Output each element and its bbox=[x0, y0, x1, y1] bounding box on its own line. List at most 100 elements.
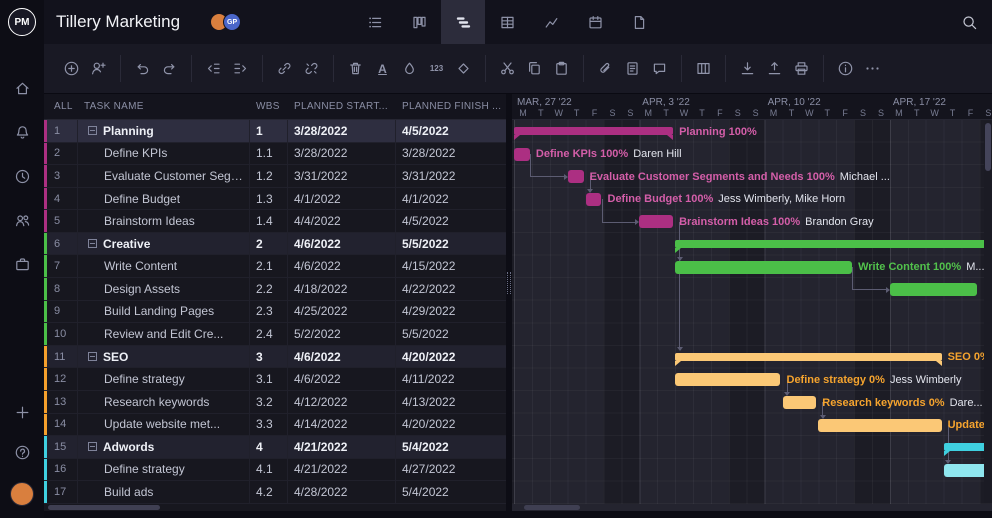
task-name-cell[interactable]: Build ads bbox=[78, 481, 250, 503]
numbering-button[interactable]: 123 bbox=[423, 55, 450, 82]
table-row[interactable]: 7Write Content2.14/6/20224/15/2022 bbox=[44, 255, 506, 278]
tab-gantt-view[interactable] bbox=[441, 0, 485, 44]
wbs-cell[interactable]: 2.4 bbox=[250, 323, 288, 345]
task-bar-brainstorm-ideas[interactable] bbox=[639, 215, 673, 228]
wbs-cell[interactable]: 2 bbox=[250, 233, 288, 255]
task-name-cell[interactable]: Write Content bbox=[78, 255, 250, 277]
planned-finish-cell[interactable]: 4/20/2022 bbox=[396, 346, 506, 368]
indent-button[interactable] bbox=[227, 55, 254, 82]
avatar[interactable]: GP bbox=[223, 13, 241, 31]
collapse-icon[interactable] bbox=[88, 239, 97, 248]
task-name-cell[interactable]: Build Landing Pages bbox=[78, 301, 250, 323]
delete-button[interactable] bbox=[342, 55, 369, 82]
tab-board-view[interactable] bbox=[397, 0, 441, 44]
planned-start-cell[interactable]: 3/28/2022 bbox=[288, 120, 396, 142]
plus-icon[interactable] bbox=[12, 402, 32, 422]
task-name-cell[interactable]: Research keywords bbox=[78, 391, 250, 413]
pm-logo[interactable]: PM bbox=[8, 8, 36, 36]
user-avatar[interactable] bbox=[10, 482, 34, 506]
planned-start-cell[interactable]: 4/21/2022 bbox=[288, 459, 396, 481]
planned-finish-cell[interactable]: 4/22/2022 bbox=[396, 278, 506, 300]
table-row[interactable]: 6Creative24/6/20225/5/2022 bbox=[44, 233, 506, 256]
planned-start-cell[interactable]: 4/6/2022 bbox=[288, 368, 396, 390]
wbs-cell[interactable]: 4.1 bbox=[250, 459, 288, 481]
planned-finish-cell[interactable]: 4/13/2022 bbox=[396, 391, 506, 413]
add-user-button[interactable] bbox=[85, 55, 112, 82]
task-name-cell[interactable]: Brainstorm Ideas bbox=[78, 210, 250, 232]
milestone-button[interactable] bbox=[450, 55, 477, 82]
notes-button[interactable] bbox=[619, 55, 646, 82]
table-row[interactable]: 9Build Landing Pages2.34/25/20224/29/202… bbox=[44, 301, 506, 324]
tab-chart-view[interactable] bbox=[529, 0, 573, 44]
table-row[interactable]: 5Brainstorm Ideas1.44/4/20224/5/2022 bbox=[44, 210, 506, 233]
task-bar-define-budget[interactable] bbox=[586, 193, 602, 206]
planned-finish-cell[interactable]: 4/1/2022 bbox=[396, 188, 506, 210]
collapse-icon[interactable] bbox=[88, 352, 97, 361]
wbs-cell[interactable]: 1.1 bbox=[250, 143, 288, 165]
column-header-task-name[interactable]: TASK NAME bbox=[78, 101, 250, 112]
help-icon[interactable] bbox=[12, 442, 32, 462]
table-row[interactable]: 10Review and Edit Cre...2.45/2/20225/5/2… bbox=[44, 323, 506, 346]
search-icon[interactable] bbox=[961, 14, 978, 31]
member-avatars[interactable]: GP bbox=[210, 13, 241, 31]
planned-start-cell[interactable]: 4/25/2022 bbox=[288, 301, 396, 323]
planned-start-cell[interactable]: 3/31/2022 bbox=[288, 165, 396, 187]
column-header-wbs[interactable]: WBS bbox=[250, 101, 288, 112]
wbs-cell[interactable]: 1 bbox=[250, 120, 288, 142]
planned-start-cell[interactable]: 4/14/2022 bbox=[288, 414, 396, 436]
planned-start-cell[interactable]: 4/6/2022 bbox=[288, 255, 396, 277]
undo-button[interactable] bbox=[129, 55, 156, 82]
planned-start-cell[interactable]: 4/28/2022 bbox=[288, 481, 396, 503]
planned-start-cell[interactable]: 4/6/2022 bbox=[288, 233, 396, 255]
task-bar-define-kpis[interactable] bbox=[514, 148, 530, 161]
table-row[interactable]: 2Define KPIs1.13/28/20223/28/2022 bbox=[44, 143, 506, 166]
summary-bar-creative[interactable] bbox=[675, 240, 992, 248]
portfolio-icon[interactable] bbox=[12, 254, 32, 274]
tab-doc-view[interactable] bbox=[617, 0, 661, 44]
home-icon[interactable] bbox=[12, 78, 32, 98]
wbs-cell[interactable]: 3.1 bbox=[250, 368, 288, 390]
wbs-cell[interactable]: 3.3 bbox=[250, 414, 288, 436]
planned-finish-cell[interactable]: 5/5/2022 bbox=[396, 233, 506, 255]
planned-start-cell[interactable]: 4/4/2022 bbox=[288, 210, 396, 232]
planned-finish-cell[interactable]: 4/27/2022 bbox=[396, 459, 506, 481]
task-name-cell[interactable]: SEO bbox=[78, 346, 250, 368]
table-row[interactable]: 13Research keywords3.24/12/20224/13/2022 bbox=[44, 391, 506, 414]
planned-start-cell[interactable]: 4/1/2022 bbox=[288, 188, 396, 210]
import-button[interactable] bbox=[734, 55, 761, 82]
task-bar-evaluate-customer-segments-and-needs[interactable] bbox=[568, 170, 584, 183]
table-row[interactable]: 3Evaluate Customer Segments and Needs1.2… bbox=[44, 165, 506, 188]
planned-finish-cell[interactable]: 4/11/2022 bbox=[396, 368, 506, 390]
planned-finish-cell[interactable]: 4/29/2022 bbox=[396, 301, 506, 323]
task-bar-write-content[interactable] bbox=[675, 261, 852, 274]
wbs-cell[interactable]: 1.4 bbox=[250, 210, 288, 232]
collapse-icon[interactable] bbox=[88, 126, 97, 135]
fill-color-button[interactable] bbox=[396, 55, 423, 82]
task-bar-research-keywords[interactable] bbox=[783, 396, 817, 409]
more-button[interactable] bbox=[859, 55, 886, 82]
copy-button[interactable] bbox=[521, 55, 548, 82]
task-name-cell[interactable]: Adwords bbox=[78, 436, 250, 458]
wbs-cell[interactable]: 2.2 bbox=[250, 278, 288, 300]
task-name-cell[interactable]: Review and Edit Cre... bbox=[78, 323, 250, 345]
export-button[interactable] bbox=[761, 55, 788, 82]
task-name-cell[interactable]: Define Budget bbox=[78, 188, 250, 210]
table-row[interactable]: 1Planning13/28/20224/5/2022 bbox=[44, 120, 506, 143]
task-bar-design-assets[interactable] bbox=[890, 283, 978, 296]
wbs-cell[interactable]: 4.2 bbox=[250, 481, 288, 503]
planned-finish-cell[interactable]: 4/5/2022 bbox=[396, 120, 506, 142]
table-row[interactable]: 4Define Budget1.34/1/20224/1/2022 bbox=[44, 188, 506, 211]
table-row[interactable]: 12Define strategy3.14/6/20224/11/2022 bbox=[44, 368, 506, 391]
planned-start-cell[interactable]: 3/28/2022 bbox=[288, 143, 396, 165]
task-name-cell[interactable]: Define KPIs bbox=[78, 143, 250, 165]
task-name-cell[interactable]: Creative bbox=[78, 233, 250, 255]
table-columns-button[interactable] bbox=[690, 55, 717, 82]
tab-sheet-view[interactable] bbox=[485, 0, 529, 44]
summary-bar-seo[interactable] bbox=[675, 353, 942, 361]
table-row[interactable]: 17Build ads4.24/28/20225/4/2022 bbox=[44, 481, 506, 504]
planned-finish-cell[interactable]: 5/5/2022 bbox=[396, 323, 506, 345]
attachment-button[interactable] bbox=[592, 55, 619, 82]
table-row[interactable]: 15Adwords44/21/20225/4/2022 bbox=[44, 436, 506, 459]
task-bar-update-website-met-[interactable] bbox=[818, 419, 941, 432]
table-row[interactable]: 14Update website met...3.34/14/20224/20/… bbox=[44, 414, 506, 437]
